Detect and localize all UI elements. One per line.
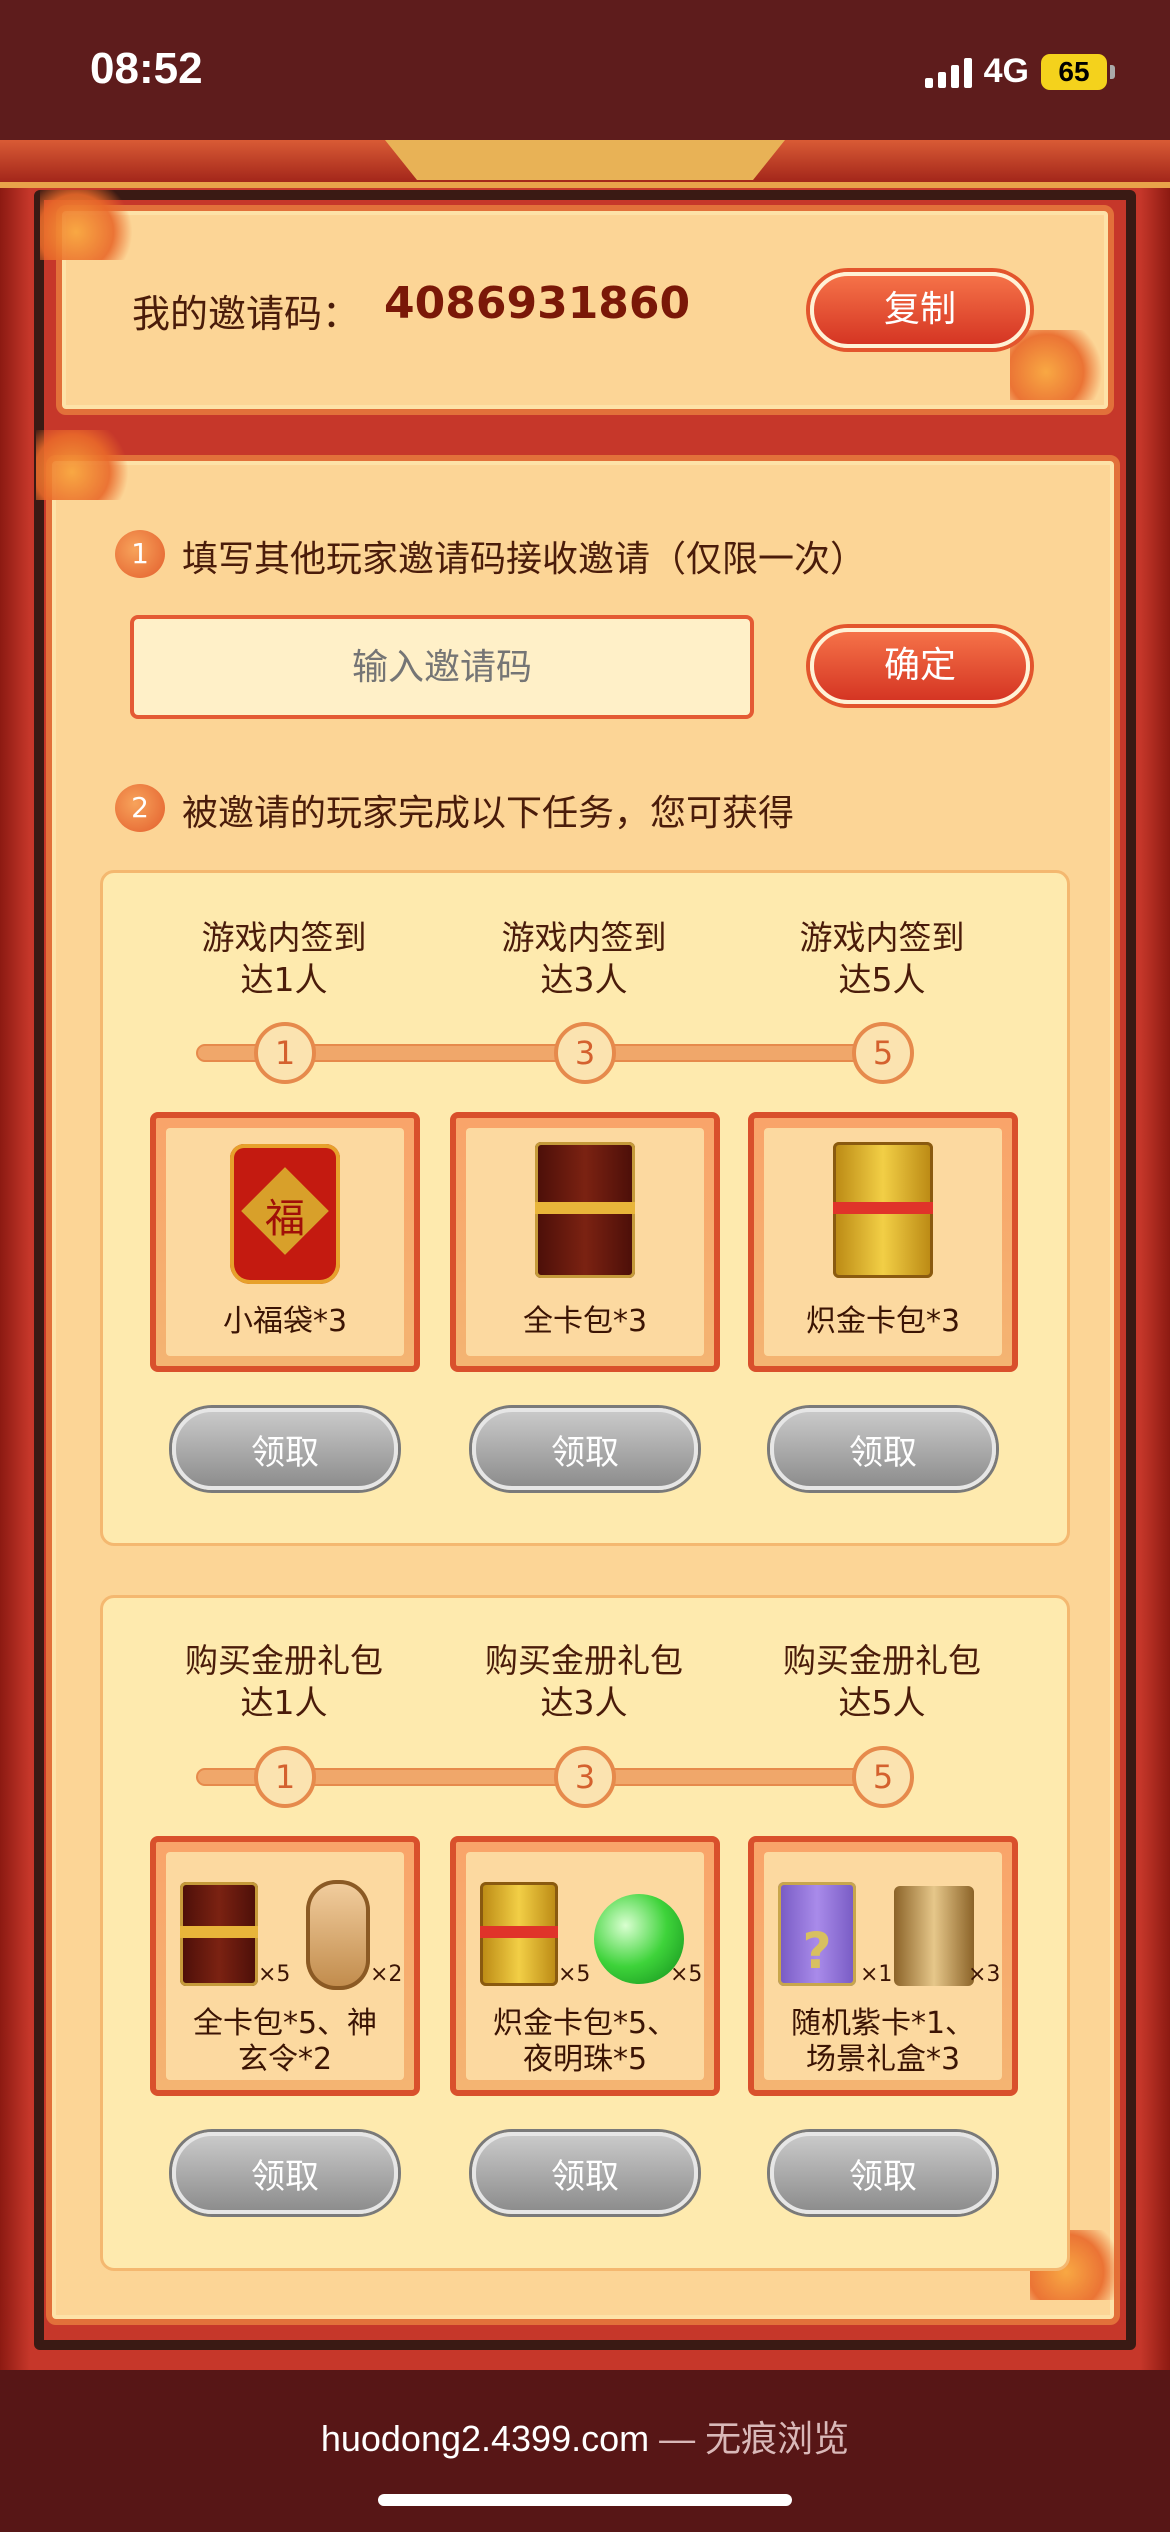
claim-button[interactable]: 领取 bbox=[472, 2132, 698, 2214]
cloud-swirl-icon bbox=[36, 430, 156, 500]
status-bar: 08:52 4G 65 bbox=[0, 0, 1170, 140]
reward-label: 全卡包*3 bbox=[522, 1304, 648, 1339]
milestone-title: 购买金册礼包 达1人 bbox=[185, 1641, 383, 1722]
card-pack-icon bbox=[535, 1142, 635, 1278]
lucky-bag-icon: 福 bbox=[230, 1144, 340, 1284]
reward-card: 全卡包*3 bbox=[450, 1112, 720, 1372]
private-mode-label: — 无痕浏览 bbox=[649, 2418, 850, 2459]
status-time: 08:52 bbox=[90, 44, 203, 93]
random-purple-card-icon: ? bbox=[778, 1882, 856, 1986]
quantity-label: ×5 bbox=[670, 1962, 703, 1987]
gift-box-icon bbox=[894, 1886, 974, 1986]
status-indicators: 4G 65 bbox=[924, 52, 1115, 91]
step-1-badge: 1 bbox=[115, 530, 165, 578]
url-text: huodong2.4399.com bbox=[320, 2418, 650, 2459]
milestone-node: 1 bbox=[254, 1022, 316, 1084]
reward-label: 炽金卡包*5、 bbox=[492, 2006, 678, 2041]
confirm-button[interactable]: 确定 bbox=[810, 628, 1030, 704]
claim-button[interactable]: 领取 bbox=[770, 1408, 996, 1490]
gold-card-pack-icon bbox=[833, 1142, 933, 1278]
milestone-node: 1 bbox=[254, 1746, 316, 1808]
milestone-node: 3 bbox=[554, 1022, 616, 1084]
milestone-title: 游戏内签到 达1人 bbox=[201, 918, 367, 999]
claim-button[interactable]: 领取 bbox=[472, 1408, 698, 1490]
claim-button[interactable]: 领取 bbox=[770, 2132, 996, 2214]
milestone-node: 5 bbox=[852, 1746, 914, 1808]
milestone-title: 购买金册礼包 达5人 bbox=[783, 1641, 981, 1722]
claim-button[interactable]: 领取 bbox=[172, 1408, 398, 1490]
quantity-label: ×1 bbox=[860, 1962, 893, 1987]
milestone-title: 游戏内签到 达5人 bbox=[799, 918, 965, 999]
battery-icon: 65 bbox=[1041, 53, 1115, 90]
reward-card: 炽金卡包*3 bbox=[748, 1112, 1018, 1372]
reward-label-line2: 场景礼盒*3 bbox=[805, 2042, 961, 2077]
step-2-badge: 2 bbox=[115, 784, 165, 832]
quantity-label: ×5 bbox=[258, 1962, 291, 1987]
quantity-label: ×3 bbox=[968, 1962, 1001, 1987]
invite-code-input[interactable] bbox=[130, 615, 754, 719]
cloud-swirl-icon bbox=[1010, 330, 1130, 400]
reward-card: ×5 ×5 炽金卡包*5、 夜明珠*5 bbox=[450, 1836, 720, 2096]
battery-level: 65 bbox=[1041, 53, 1107, 90]
home-indicator[interactable] bbox=[378, 2494, 792, 2506]
reward-label: 炽金卡包*3 bbox=[805, 1304, 961, 1339]
network-type: 4G bbox=[983, 52, 1029, 90]
reward-label: 全卡包*5、神 bbox=[192, 2006, 378, 2041]
quantity-label: ×5 bbox=[558, 1962, 591, 1987]
card-pack-icon bbox=[180, 1882, 258, 1986]
invite-code-value: 4086931860 bbox=[384, 278, 691, 329]
reward-label: 随机紫卡*1、 bbox=[790, 2006, 976, 2041]
copy-button[interactable]: 复制 bbox=[810, 272, 1030, 348]
reward-card: 福 小福袋*3 bbox=[150, 1112, 420, 1372]
invite-code-label: 我的邀请码： bbox=[132, 292, 361, 336]
reward-label-line2: 玄令*2 bbox=[237, 2042, 333, 2077]
reward-label: 小福袋*3 bbox=[222, 1304, 348, 1339]
claim-button[interactable]: 领取 bbox=[172, 2132, 398, 2214]
quantity-label: ×2 bbox=[370, 1962, 403, 1987]
reward-label-line2: 夜明珠*5 bbox=[522, 2042, 648, 2077]
frame-ornament bbox=[385, 140, 785, 180]
milestone-node: 3 bbox=[554, 1746, 616, 1808]
token-icon bbox=[306, 1880, 370, 1990]
milestone-node: 5 bbox=[852, 1022, 914, 1084]
step-1-text: 填写其他玩家邀请码接收邀请（仅限一次） bbox=[182, 539, 867, 580]
reward-card: ×5 ×2 全卡包*5、神 玄令*2 bbox=[150, 1836, 420, 2096]
milestone-title: 购买金册礼包 达3人 bbox=[485, 1641, 683, 1722]
signal-icon bbox=[924, 56, 972, 88]
cloud-swirl-icon bbox=[40, 190, 160, 260]
address-bar[interactable]: huodong2.4399.com — 无痕浏览 bbox=[0, 2410, 1170, 2462]
step-2-text: 被邀请的玩家完成以下任务，您可获得 bbox=[182, 793, 795, 834]
gold-card-pack-icon bbox=[480, 1882, 558, 1986]
milestone-title: 游戏内签到 达3人 bbox=[501, 918, 667, 999]
reward-card: ? ×1 ×3 随机紫卡*1、 场景礼盒*3 bbox=[748, 1836, 1018, 2096]
